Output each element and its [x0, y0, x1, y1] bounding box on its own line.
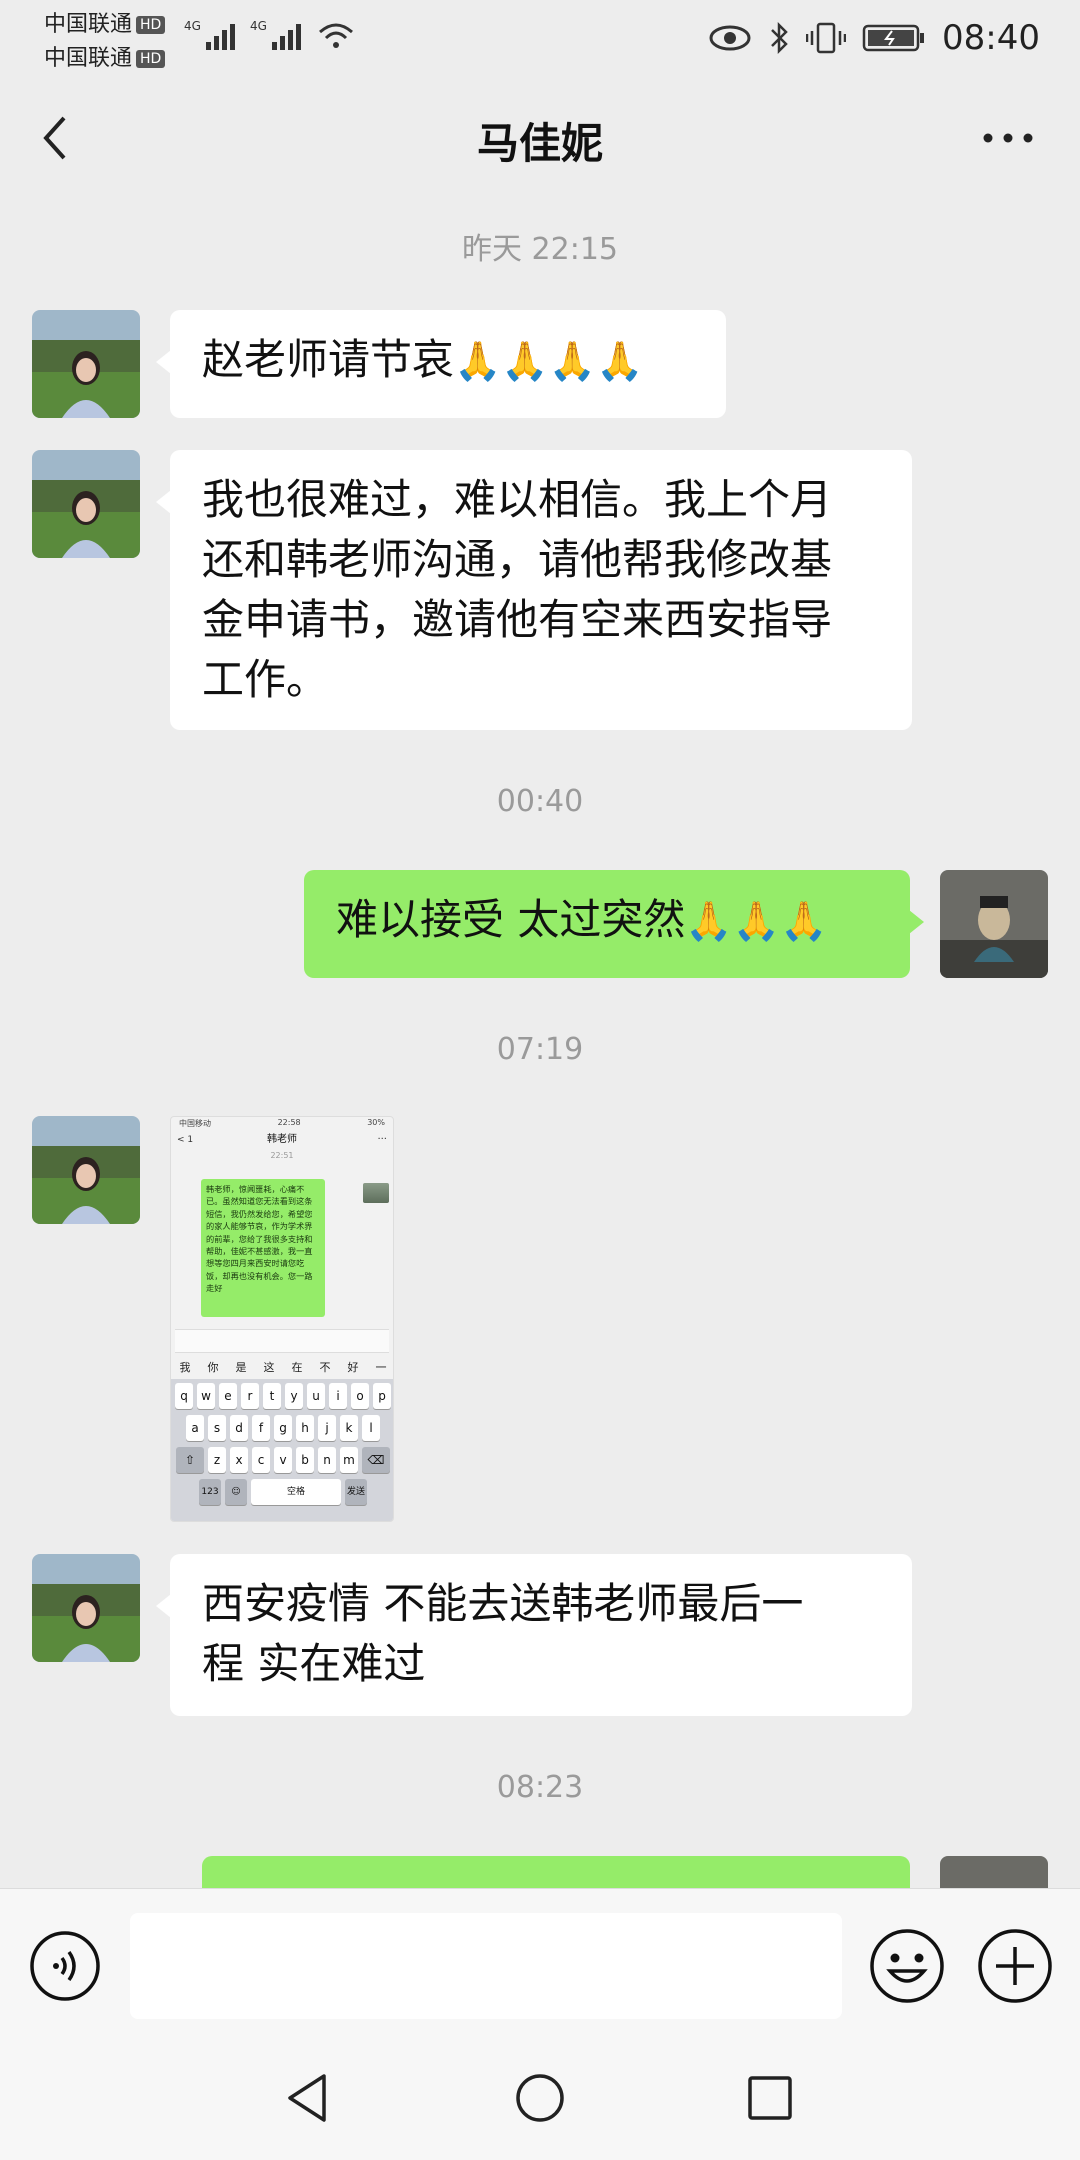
status-time: 08:40: [942, 18, 1040, 58]
eye-icon: [709, 25, 751, 51]
nested-key: j: [318, 1415, 336, 1441]
signal-icon: 4G: [184, 19, 235, 50]
chat-header: 马佳妮: [0, 88, 1080, 188]
nested-key: y: [285, 1383, 303, 1409]
message-bubble-self[interactable]: 难以接受 太过突然🙏🙏🙏: [304, 870, 924, 978]
nested-key: k: [340, 1415, 358, 1441]
battery-icon: [862, 24, 925, 52]
signal-icon-2: 4G: [250, 19, 301, 50]
nested-key: b: [296, 1447, 314, 1473]
avatar-self[interactable]: [940, 1856, 1048, 1888]
nested-key: z: [208, 1447, 226, 1473]
nested-key: t: [263, 1383, 281, 1409]
image-message[interactable]: 中国移动 22:58 30% < 1 韩老师 ··· 22:51 韩老师，惊闻噩…: [170, 1116, 394, 1522]
nested-bubble: 韩老师，惊闻噩耗，心痛不已。虽然知道您无法看到这条短信，我仍然发给您，希望您的家…: [201, 1179, 325, 1317]
nested-key: w: [197, 1383, 215, 1409]
nested-key: f: [252, 1415, 270, 1441]
nested-avatar: [363, 1183, 389, 1203]
circle-home-icon[interactable]: [510, 2068, 570, 2128]
nested-key: x: [230, 1447, 248, 1473]
nested-nav: < 1 韩老师 ···: [171, 1129, 393, 1151]
time-label: 昨天 22:15: [462, 232, 618, 267]
nested-key: n: [318, 1447, 336, 1473]
avatar-photo: [32, 1554, 140, 1662]
nested-key: d: [230, 1415, 248, 1441]
time-label: 00:40: [496, 784, 584, 819]
page-title: 马佳妮: [476, 119, 603, 168]
nested-status-bar: 中国移动 22:58 30%: [179, 1118, 385, 1128]
status-bar: 中国联通 HD 中国联通 HD 4G 4G 08:40: [0, 0, 1080, 76]
nested-key: v: [274, 1447, 292, 1473]
avatar[interactable]: [32, 1116, 140, 1224]
triangle-back-icon[interactable]: [278, 2068, 338, 2128]
nested-key: o: [351, 1383, 369, 1409]
avatar[interactable]: [32, 1554, 140, 1662]
nested-key: s: [208, 1415, 226, 1441]
nested-key: m: [340, 1447, 358, 1473]
avatar-self[interactable]: [940, 870, 1048, 978]
nested-key: q: [175, 1383, 193, 1409]
avatar-photo: [32, 310, 140, 418]
avatar-photo: [32, 450, 140, 558]
nested-candidates: 我你是这在不好一: [179, 1361, 387, 1374]
nested-key: p: [373, 1383, 391, 1409]
message-bubble[interactable]: 赵老师请节哀🙏🙏🙏🙏: [156, 310, 726, 418]
input-bar: [0, 1888, 1080, 2040]
nested-time: 22:51: [270, 1151, 294, 1160]
nested-input: [175, 1329, 389, 1353]
svg-text:4G: 4G: [250, 19, 267, 33]
avatar-photo: [32, 1116, 140, 1224]
carrier-2: 中国联通 HD: [44, 40, 166, 72]
message-bubble-self-partial[interactable]: [202, 1856, 924, 1920]
nested-more-icon: ···: [377, 1134, 387, 1145]
wifi-icon: [319, 23, 353, 48]
nested-back: < 1: [177, 1135, 194, 1145]
square-recent-icon[interactable]: [740, 2068, 800, 2128]
message-input[interactable]: [130, 1913, 842, 2019]
nested-key: c: [252, 1447, 270, 1473]
message-bubble[interactable]: 我也很难过，难以相信。我上个月 还和韩老师沟通，请他帮我修改基 金申请书，邀请他…: [156, 450, 912, 730]
nested-key: u: [307, 1383, 325, 1409]
plus-icon[interactable]: [976, 1927, 1054, 2005]
nested-key: r: [241, 1383, 259, 1409]
nested-key: g: [274, 1415, 292, 1441]
nested-key: l: [362, 1415, 380, 1441]
emoji-icon[interactable]: [868, 1927, 946, 2005]
more-dots-icon[interactable]: [976, 116, 1040, 160]
nested-key: e: [219, 1383, 237, 1409]
nested-key: i: [329, 1383, 347, 1409]
nested-key: h: [296, 1415, 314, 1441]
nested-keyboard: qwertyuiop asdfghjkl ⇧ z x c v b n m ⌫ 123 ☺ 空格 发送: [171, 1379, 393, 1521]
time-label: 08:23: [496, 1770, 584, 1805]
carrier-1: 中国联通 HD: [44, 6, 166, 38]
time-label: 07:19: [496, 1032, 584, 1067]
system-nav-bar: [0, 2040, 1080, 2160]
avatar-photo: [940, 1856, 1048, 1888]
message-bubble[interactable]: 西安疫情 不能去送韩老师最后一 程 实在难过: [156, 1554, 912, 1716]
bluetooth-icon: [771, 21, 788, 55]
vibrate-icon: [806, 22, 847, 54]
avatar[interactable]: [32, 450, 140, 558]
nested-key: a: [186, 1415, 204, 1441]
avatar[interactable]: [32, 310, 140, 418]
avatar-photo: [940, 870, 1048, 978]
svg-text:4G: 4G: [184, 19, 201, 33]
voice-icon[interactable]: [28, 1929, 102, 2003]
